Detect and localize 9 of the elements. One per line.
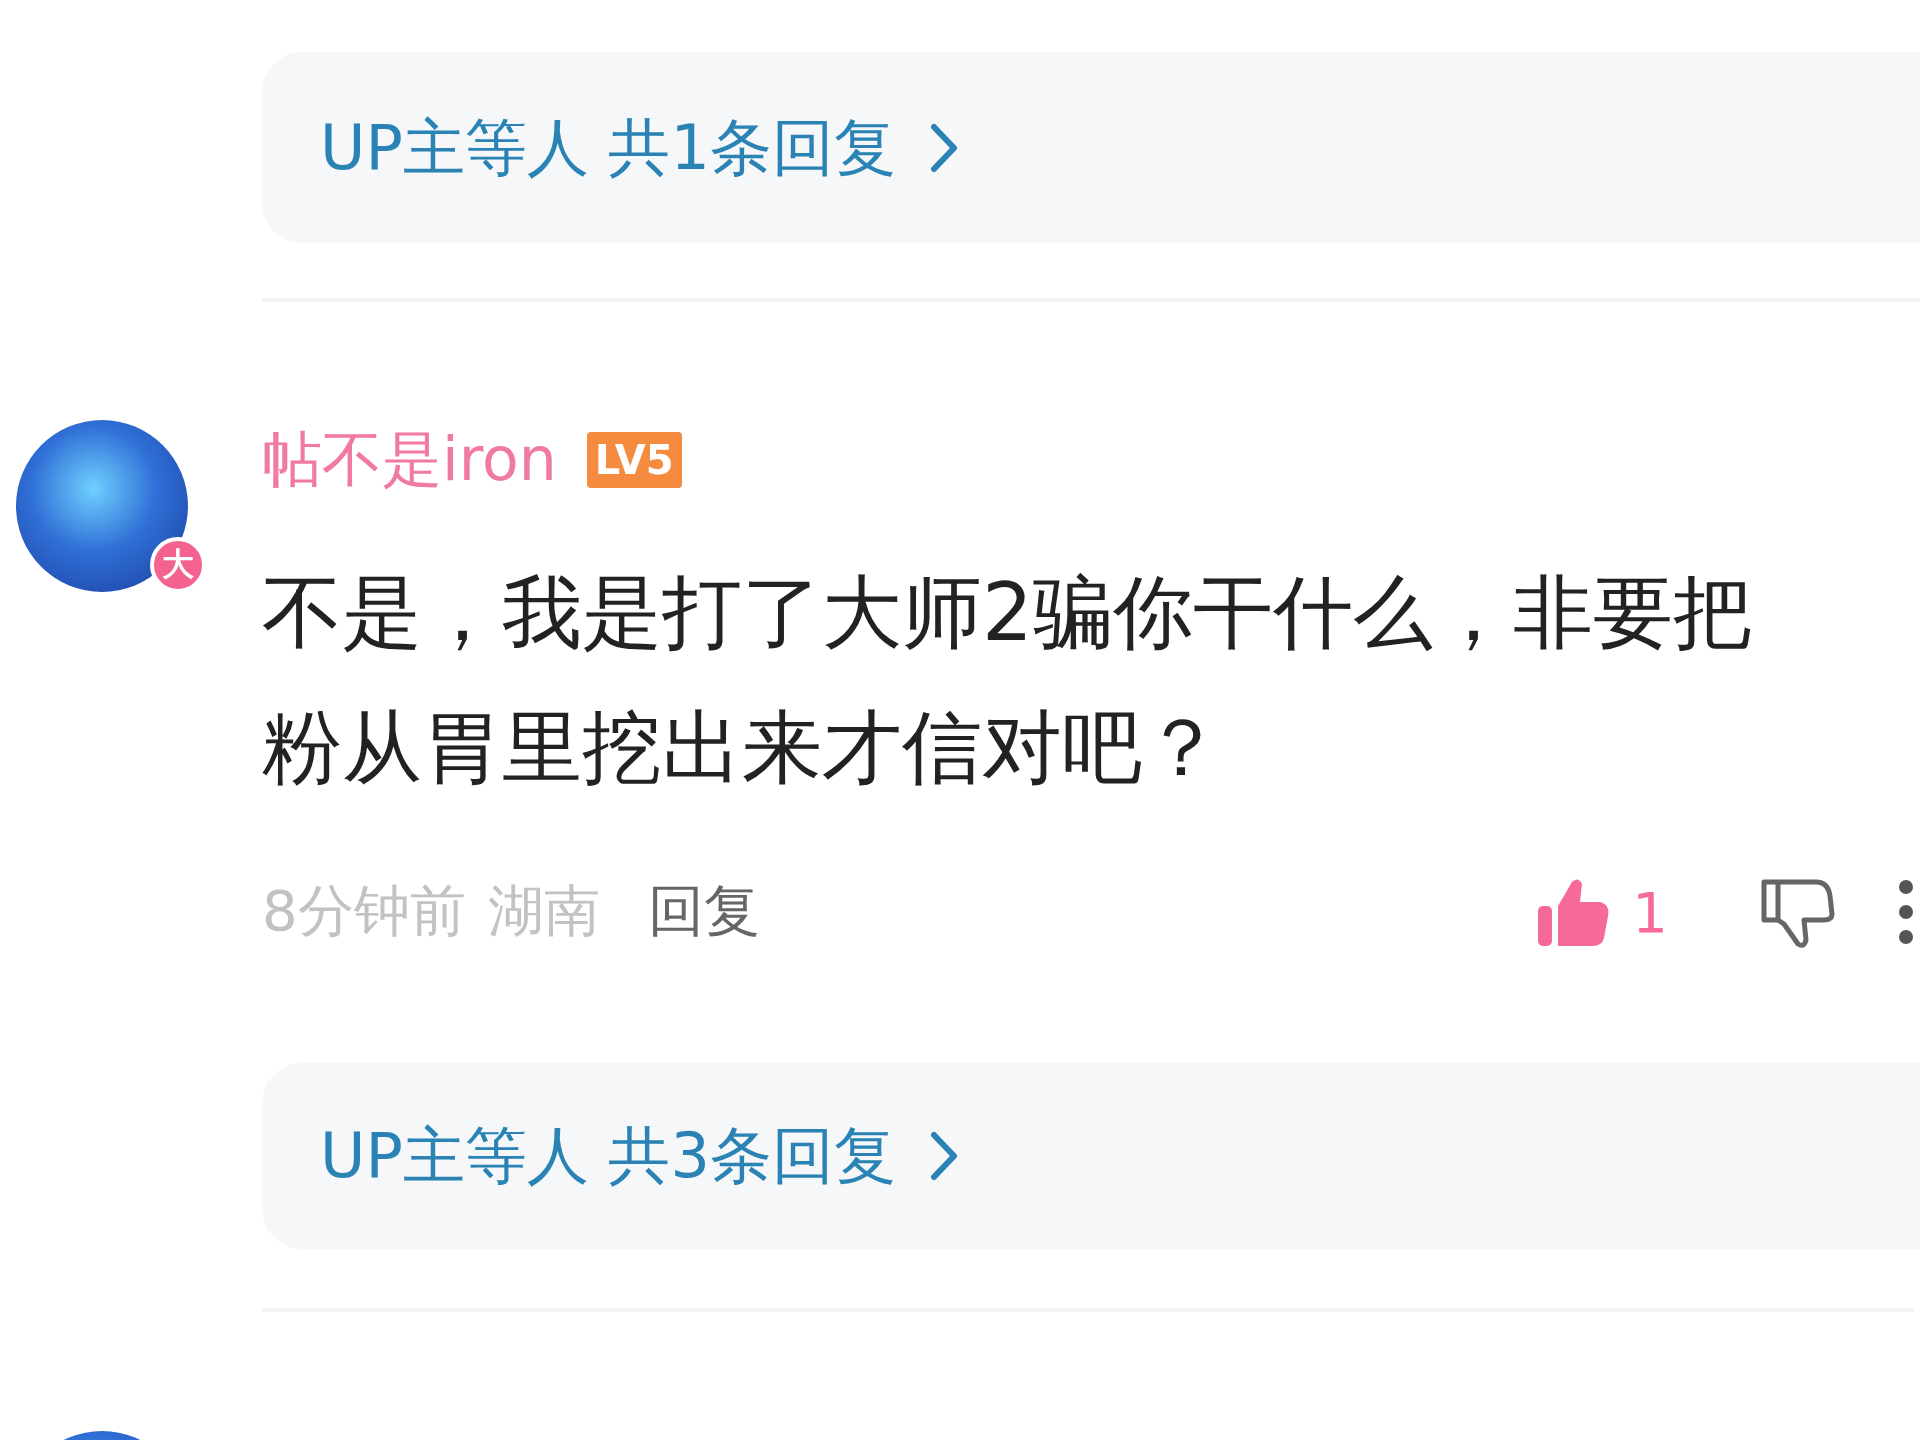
reply-summary-button[interactable]: UP主等人 共3条回复 xyxy=(262,1063,1920,1249)
comment-time: 8分钟前 xyxy=(262,877,466,945)
level-badge: LV5 xyxy=(586,432,682,488)
comment-location: 湖南 xyxy=(487,877,600,945)
reply-summary-button[interactable]: UP主等人 共1条回复 xyxy=(262,52,1920,243)
reply-button[interactable]: 回复 xyxy=(647,874,760,950)
comment-text: 不是，我是打了大师2骗你干什么，非要把粉从胃里挖出来才信对吧？ xyxy=(262,565,1754,796)
like-count: 1 xyxy=(1632,879,1668,945)
username[interactable]: 帖不是iron xyxy=(262,419,557,501)
